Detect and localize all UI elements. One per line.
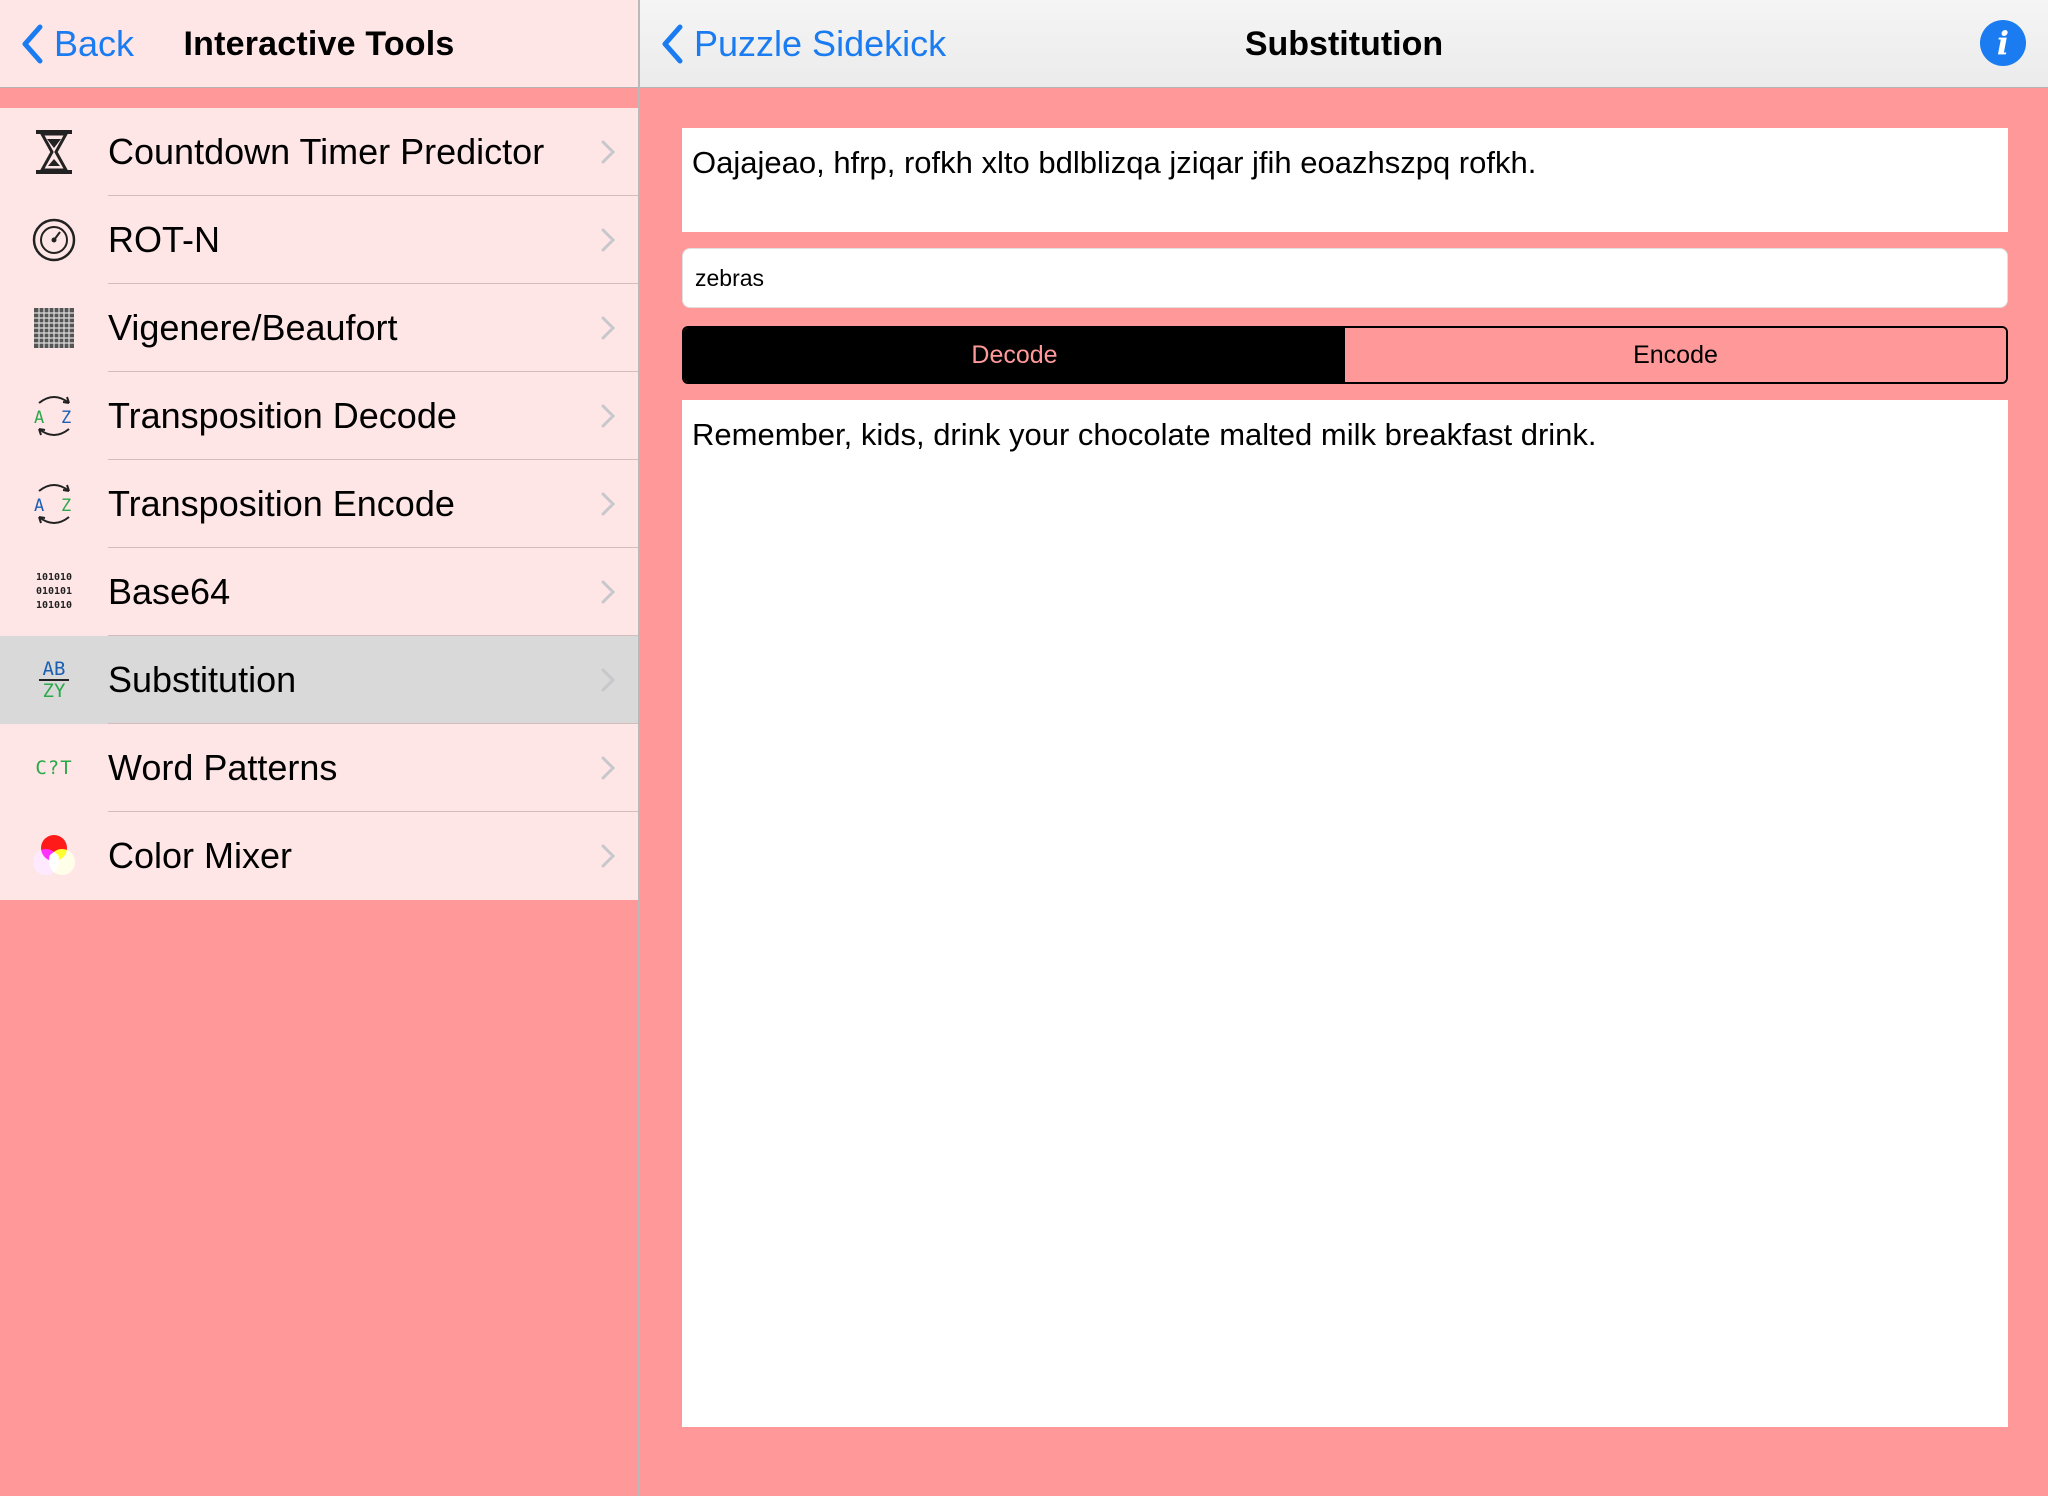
tool-item-label: Vigenere/Beaufort [108,307,398,348]
binary-icon-line: 101010 [35,572,73,583]
hourglass-icon [0,108,108,196]
svg-text:A: A [34,408,44,428]
info-icon: i [1996,24,2010,62]
detail-nav-bar: Substitution Puzzle Sidekick i [640,0,2048,88]
tool-item-substitution[interactable]: AB ZY Substitution [0,636,638,724]
sidebar-nav-bar: Interactive Tools Back [0,0,638,88]
chevron-right-icon [578,724,638,812]
dial-icon [0,196,108,284]
plain-text-area[interactable]: Remember, kids, drink your chocolate mal… [682,400,2008,1427]
tool-item-label: ROT-N [108,219,220,260]
chevron-left-icon [14,0,50,88]
tool-item-label: Color Mixer [108,835,293,876]
tool-list: Countdown Timer Predictor ROT-N Vigenere… [0,108,638,900]
chevron-left-icon [654,0,690,88]
tool-item-vigenere-beaufort[interactable]: Vigenere/Beaufort [0,284,638,372]
chevron-right-icon [578,196,638,284]
tool-item-word-patterns[interactable]: C?T Word Patterns [0,724,638,812]
chevron-right-icon [578,636,638,724]
tool-item-rot-n[interactable]: ROT-N [0,196,638,284]
word-pattern-icon-text: C?T [35,757,73,779]
decode-segment[interactable]: Decode [684,328,1345,382]
svg-text:Z: Z [61,408,71,428]
tool-item-label: Transposition Decode [108,395,457,436]
chevron-right-icon [578,548,638,636]
tool-item-color-mixer[interactable]: Color Mixer [0,812,638,900]
tool-item-base64[interactable]: 101010 010101 101010 Base64 [0,548,638,636]
tool-item-label: Countdown Timer Predictor [108,131,545,172]
tool-item-label: Word Patterns [108,747,338,788]
substitution-icon: AB ZY [0,636,108,724]
substitution-icon-bottom: ZY [42,680,66,702]
swap-az-icon: A Z [0,372,108,460]
color-mixer-icon [0,812,108,900]
binary-icon: 101010 010101 101010 [0,548,108,636]
tool-item-label: Base64 [108,571,231,612]
svg-text:A: A [34,496,44,516]
tool-item-transposition-decode[interactable]: A Z Transposition Decode [0,372,638,460]
chevron-right-icon [578,284,638,372]
encode-segment[interactable]: Encode [1345,328,2006,382]
tool-item-label: Transposition Encode [108,483,455,524]
key-input[interactable] [682,248,2008,308]
back-button[interactable]: Back [14,0,134,88]
puzzle-sidekick-back-button[interactable]: Puzzle Sidekick [654,0,946,88]
back-button-label: Back [54,23,135,64]
word-pattern-icon: C?T [0,724,108,812]
cipher-text-area[interactable]: Oajajeao, hfrp, rofkh xlto bdlblizqa jzi… [682,128,2008,232]
binary-icon-line: 101010 [35,600,73,611]
chevron-right-icon [578,812,638,900]
chevron-right-icon [578,108,638,196]
tool-item-label: Substitution [108,659,297,700]
binary-icon-line: 010101 [35,586,73,597]
mode-segmented-control: Decode Encode [682,326,2008,384]
tool-item-countdown-timer-predictor[interactable]: Countdown Timer Predictor [0,108,638,196]
sidebar: Interactive Tools Back Countdown Timer P… [0,0,640,1496]
grid-icon [0,284,108,372]
info-button[interactable]: i [1980,20,2026,66]
swap-az-icon: A Z [0,460,108,548]
chevron-right-icon [578,460,638,548]
chevron-right-icon [578,372,638,460]
substitution-icon-top: AB [38,659,70,681]
back-button-label: Puzzle Sidekick [694,23,947,64]
detail-pane: Substitution Puzzle Sidekick i Oajajeao,… [640,0,2048,1496]
svg-text:Z: Z [61,496,71,516]
tool-item-transposition-encode[interactable]: A Z Transposition Encode [0,460,638,548]
